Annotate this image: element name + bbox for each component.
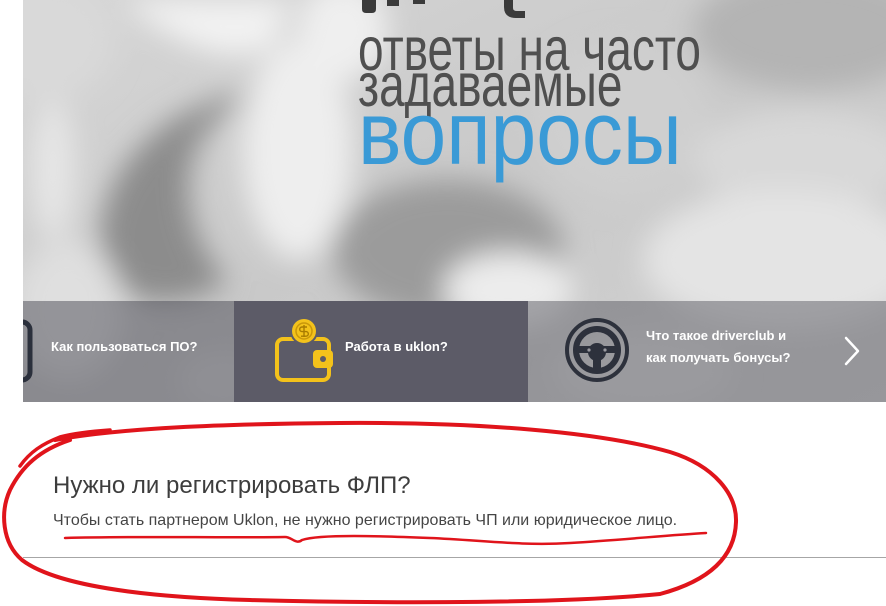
tab-work-in-uklon[interactable]: Работа в uklon? bbox=[234, 301, 528, 402]
annotation-circle-overstroke bbox=[18, 428, 112, 468]
carousel-next-button[interactable] bbox=[838, 331, 866, 371]
tab-label: Как пользоваться ПО? bbox=[51, 339, 198, 354]
annotation-underline bbox=[63, 531, 708, 546]
tab-label: Что такое driverclub и как получать бону… bbox=[646, 328, 791, 365]
faq-answer: Чтобы стать партнером Uklon, не нужно ре… bbox=[53, 512, 678, 529]
faq-question[interactable]: Нужно ли регистрировать ФЛП? bbox=[53, 474, 411, 498]
hero-banner: ответы на часто задаваемые вопросы Как п… bbox=[23, 0, 886, 402]
tab-label: Работа в uklon? bbox=[345, 339, 448, 354]
divider bbox=[23, 557, 886, 558]
tab-how-to-use[interactable]: Как пользоваться ПО? bbox=[23, 301, 234, 402]
chevron-right-icon bbox=[844, 336, 860, 366]
hero-title-line3: вопросы bbox=[358, 83, 682, 184]
tab-driverclub[interactable]: Что такое driverclub и как получать бону… bbox=[528, 301, 886, 402]
